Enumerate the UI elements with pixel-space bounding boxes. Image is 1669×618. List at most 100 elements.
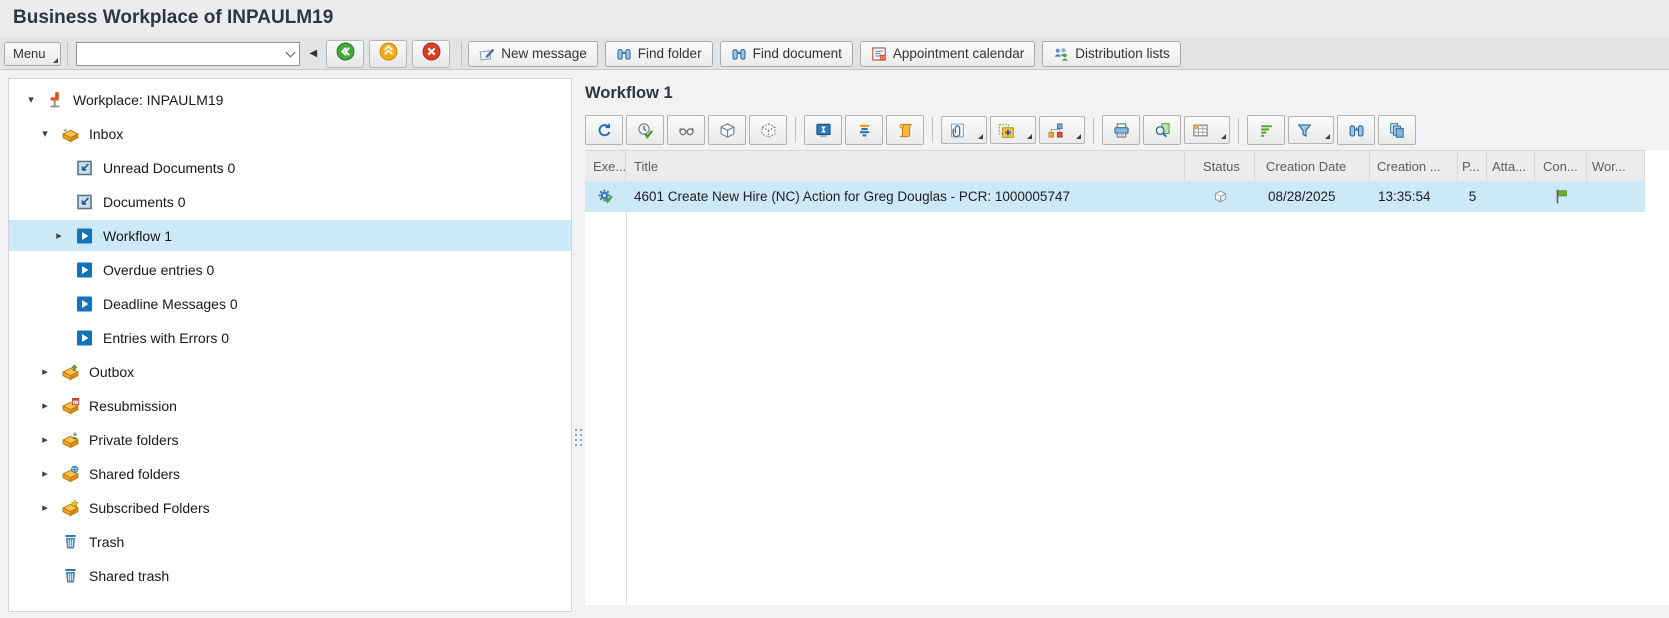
work-item-row[interactable]: 4601 Create New Hire (NC) Action for Gre… [585, 181, 1645, 212]
execute-check-icon[interactable] [597, 188, 614, 205]
org-assignment-button[interactable] [1039, 116, 1094, 144]
shared-folders-icon [61, 465, 81, 483]
work-area: Workflow 1 Exe... Title Status Creation … [584, 71, 1669, 618]
expand-arrow-icon[interactable]: ▾ [39, 127, 51, 140]
column-header[interactable]: Con... [1535, 151, 1587, 181]
refresh-button[interactable] [585, 115, 623, 145]
resubmission-icon: 12 [61, 397, 81, 415]
command-input[interactable] [76, 46, 283, 61]
column-header[interactable]: Exe... [585, 151, 626, 181]
filter-button[interactable] [1288, 116, 1334, 144]
exit-button[interactable] [369, 39, 408, 68]
documents-icon [75, 193, 95, 211]
object-dotted-button[interactable] [749, 115, 796, 145]
back-button[interactable] [326, 39, 365, 68]
tree-item[interactable]: ▸ Workflow 1 [9, 220, 571, 251]
tree-item[interactable]: ▾ Inbox [9, 118, 571, 149]
subscribed-folders-icon [61, 498, 81, 517]
find-button[interactable] [1337, 115, 1375, 145]
find-folder-button[interactable]: Find folder [604, 40, 713, 67]
tree-item-label: Private folders [89, 431, 179, 448]
display-work-item-button[interactable] [667, 115, 705, 145]
distribution-lists-icon [1053, 46, 1069, 62]
tree-item[interactable]: Documents 0 [9, 186, 571, 217]
create-attachment-button[interactable] [990, 116, 1036, 144]
tree-item[interactable]: ▸ Shared folders [9, 458, 571, 489]
tree-item-label: Inbox [89, 125, 124, 142]
tree-item[interactable]: ▸ Subscribed Folders [9, 492, 571, 523]
column-header[interactable]: Wor... [1587, 151, 1645, 181]
tree-item-label: Unread Documents 0 [103, 159, 236, 176]
print-button[interactable] [1102, 115, 1140, 145]
panel-splitter[interactable] [572, 71, 584, 612]
column-header[interactable]: Atta... [1487, 151, 1535, 181]
dropdown-arrow-icon[interactable] [1221, 134, 1226, 139]
chevron-down-icon[interactable] [283, 46, 299, 62]
object-button[interactable] [708, 115, 746, 145]
find-document-button[interactable]: Find document [719, 40, 853, 67]
collapse-left-icon[interactable]: ◀ [310, 48, 318, 59]
workflow-icon [75, 227, 95, 245]
refresh-icon [596, 122, 613, 139]
tree-item[interactable]: Unread Documents 0 [9, 152, 571, 183]
tree-item[interactable]: ▸ Outbox [9, 356, 571, 387]
work-item-display-button[interactable] [804, 115, 842, 145]
dropdown-arrow-icon[interactable] [1027, 134, 1032, 139]
tree-item-label: Deadline Messages 0 [103, 295, 238, 312]
find-icon [1348, 122, 1365, 139]
column-header[interactable]: Creation ... [1370, 151, 1458, 181]
expand-arrow-icon[interactable]: ▸ [39, 365, 51, 378]
cancel-button[interactable] [412, 39, 451, 68]
executable-cell[interactable] [585, 181, 626, 212]
tree-item[interactable]: Deadline Messages 0 [9, 288, 571, 319]
tree-item[interactable]: Shared trash [9, 560, 571, 591]
appointment-calendar-icon: 12 [871, 46, 887, 62]
column-header[interactable]: Status [1185, 151, 1255, 181]
tree-item[interactable]: ▾ Workplace: INPAULM19 [9, 84, 571, 115]
column-header[interactable]: Title [626, 151, 1185, 181]
tree-item[interactable]: Trash [9, 526, 571, 557]
sort-button[interactable] [1247, 115, 1285, 145]
command-combobox[interactable] [75, 41, 300, 66]
print-preview-button[interactable] [1143, 115, 1181, 145]
column-header[interactable]: Creation Date [1255, 151, 1370, 181]
table-view-icon [1192, 122, 1209, 139]
sort-priority-button[interactable] [845, 115, 883, 145]
distribution-lists-button[interactable]: Distribution lists [1042, 40, 1181, 67]
workflow-icon [75, 261, 95, 279]
views-button[interactable] [1378, 115, 1416, 145]
expand-arrow-icon[interactable]: ▸ [39, 433, 51, 446]
shared-trash-icon [61, 567, 81, 585]
sort-icon [1258, 122, 1275, 139]
dropdown-arrow-icon[interactable] [1325, 134, 1330, 139]
tree-item[interactable]: Overdue entries 0 [9, 254, 571, 285]
tree-item[interactable]: ▸ 12 Resubmission [9, 390, 571, 421]
display-work-item-icon [678, 122, 695, 139]
status-cell [1185, 181, 1255, 212]
expand-arrow-icon[interactable]: ▸ [39, 501, 51, 514]
tree-item[interactable]: Entries with Errors 0 [9, 322, 571, 353]
expand-arrow-icon[interactable]: ▸ [39, 467, 51, 480]
workflow-log-button[interactable] [886, 115, 933, 145]
appointment-calendar-button[interactable]: 12 Appointment calendar [859, 40, 1036, 67]
expand-arrow-icon[interactable]: ▸ [39, 399, 51, 412]
expand-arrow-icon[interactable]: ▸ [53, 229, 65, 242]
creation-date-cell: 08/28/2025 [1268, 189, 1336, 204]
tree-item-label: Workplace: INPAULM19 [73, 91, 224, 108]
back-icon [336, 42, 355, 66]
title-cell[interactable]: 4601 Create New Hire (NC) Action for Gre… [626, 181, 1185, 212]
execute-work-item-button[interactable] [626, 115, 664, 145]
expand-arrow-icon[interactable]: ▾ [25, 93, 37, 106]
svg-text:12: 12 [880, 55, 885, 60]
column-header[interactable]: P... [1458, 151, 1487, 181]
dropdown-arrow-icon[interactable] [1076, 134, 1081, 139]
green-flag-icon [1553, 188, 1570, 205]
dropdown-arrow-icon[interactable] [978, 134, 983, 139]
attachment-button[interactable] [941, 116, 987, 144]
new-message-button[interactable]: New message [468, 40, 598, 67]
menu-button[interactable]: Menu [4, 41, 61, 66]
table-view-button[interactable] [1184, 116, 1239, 144]
tree-item-label: Trash [89, 533, 125, 550]
attachments-cell [1487, 181, 1535, 212]
tree-item[interactable]: ▸ Private folders [9, 424, 571, 455]
